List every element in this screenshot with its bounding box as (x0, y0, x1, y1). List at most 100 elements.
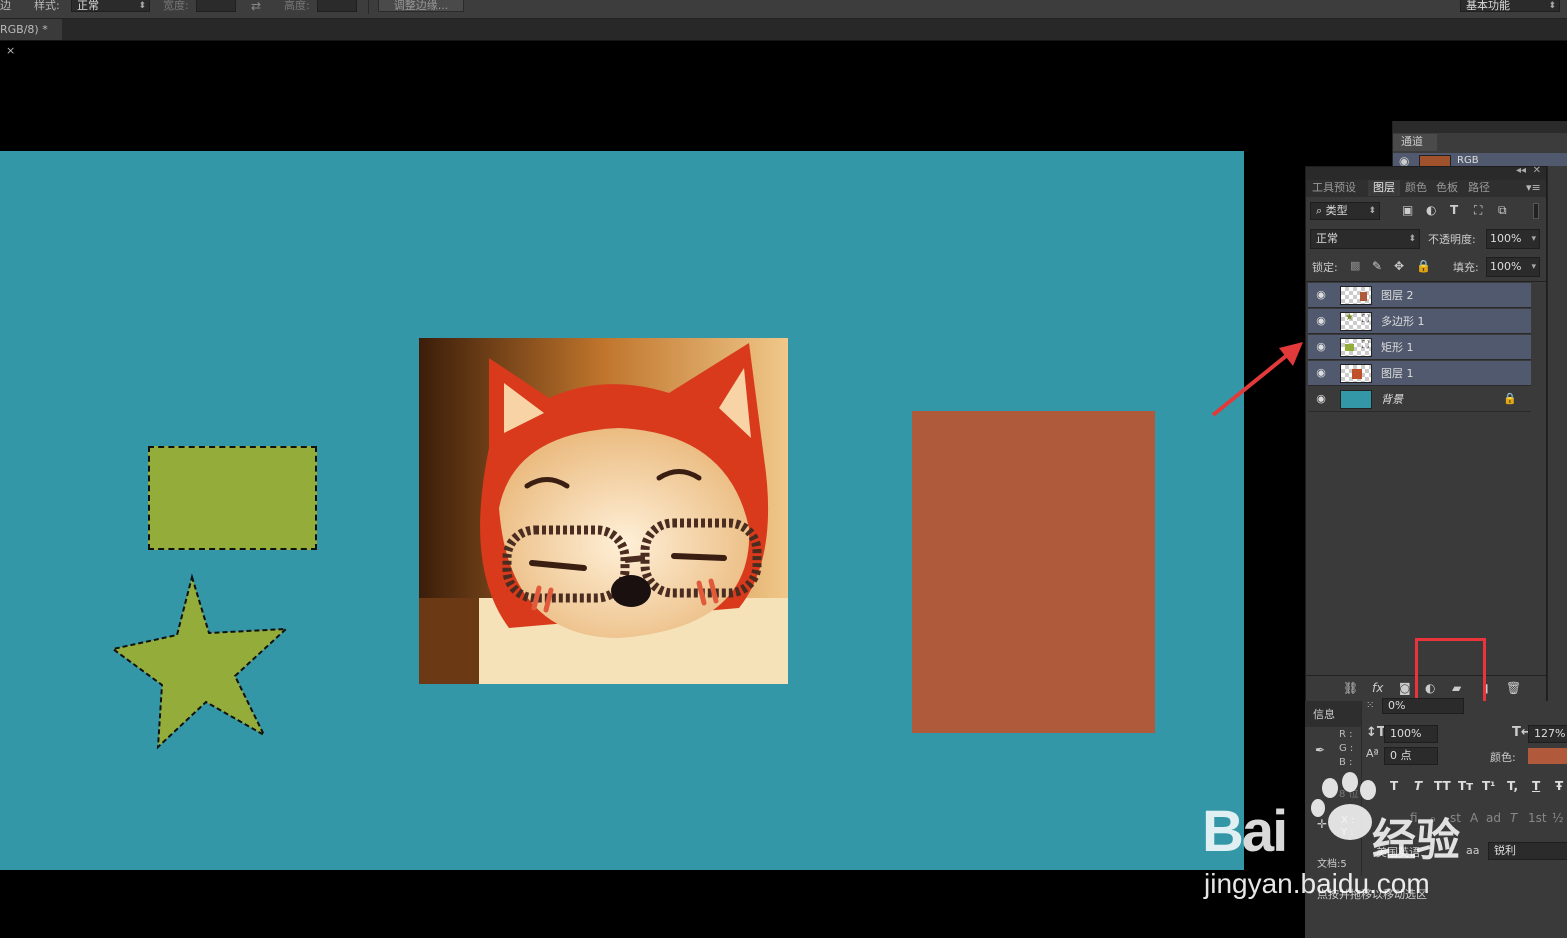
lock-position-icon[interactable]: ✥ (1394, 258, 1404, 274)
document-tab[interactable]: RGB/8) * × (0, 19, 62, 57)
width-label: 宽度: (163, 0, 189, 12)
blend-mode-select[interactable]: 正常 ⬍ (1310, 229, 1420, 249)
underline-button[interactable]: T (1532, 779, 1540, 793)
height-input[interactable] (317, 0, 357, 12)
info-g-label: G : (1339, 743, 1354, 754)
visibility-eye-icon[interactable]: ◉ (1314, 367, 1328, 379)
opacity-input[interactable]: 100% ▾ (1486, 229, 1540, 249)
eyedropper-icon: ✒ (1315, 743, 1326, 757)
chevron-down-icon[interactable]: ▾ (1531, 258, 1536, 276)
tab-layers[interactable]: 图层 (1368, 180, 1400, 196)
thumb-content (1360, 292, 1367, 301)
baseline-input[interactable]: 0 点 (1384, 747, 1438, 765)
thumb-content (1345, 344, 1354, 351)
horizontal-scale-input[interactable]: 127% (1528, 725, 1567, 743)
shelf-shadow (419, 598, 479, 684)
opacity-label: 不透明度: (1428, 233, 1476, 246)
document-tab-title: RGB/8) * (0, 23, 48, 36)
divider (368, 0, 369, 14)
tracking-value: 0% (1388, 699, 1406, 712)
width-input[interactable] (196, 0, 236, 12)
layer-name: 矩形 1 (1381, 341, 1414, 354)
refine-edge-button[interactable]: 调整边缘... (378, 0, 464, 12)
paw-toe-2 (1342, 772, 1358, 792)
layer-row-rectangle-1[interactable]: ◉ ⛶ 矩形 1 (1308, 335, 1531, 360)
mask-icon[interactable]: ◙ (1399, 680, 1411, 696)
options-bar: 边 样式: 正常 宽度: ⇄ 高度: 调整边缘... 基本功能 (0, 0, 1567, 19)
fox-plush-photo[interactable] (419, 338, 788, 684)
tab-paths[interactable]: 路径 (1468, 180, 1490, 196)
baseline-value: 0 点 (1390, 749, 1412, 762)
filter-adjustment-icon[interactable]: ◐ (1426, 202, 1436, 218)
tab-swatches[interactable]: 色板 (1436, 180, 1458, 196)
fill-input[interactable]: 100% ▾ (1486, 257, 1540, 277)
filter-type-select[interactable]: ⌕ 类型 ⬍ (1310, 202, 1380, 220)
glasses-bridge (624, 555, 646, 563)
filter-smart-object-icon[interactable]: ⧉ (1498, 202, 1507, 218)
document-tab-bar: RGB/8) * × (0, 19, 1567, 57)
annotation-arrow-layers (1211, 342, 1303, 417)
paw-toe-1 (1322, 778, 1338, 798)
close-icon[interactable]: × (6, 44, 15, 57)
tab-info[interactable]: 信息 (1313, 707, 1335, 723)
channel-label: RGB (1457, 155, 1479, 166)
filter-toggle-switch[interactable] (1533, 203, 1539, 219)
baidu-jingyan-watermark: Bai 经验 jingyan.baidu.com (1200, 770, 1520, 910)
vector-mask-icon: ⛶ (1362, 340, 1369, 351)
chevron-updown-icon: ⬍ (1408, 234, 1416, 244)
green-rectangle-selection[interactable] (148, 446, 317, 550)
layer-row-polygon-1[interactable]: ◉ ★ ⛶ 多边形 1 (1308, 309, 1531, 334)
visibility-eye-icon[interactable]: ◉ (1314, 393, 1328, 405)
document-canvas[interactable] (0, 151, 1244, 870)
layer-name: 图层 1 (1381, 367, 1414, 380)
filter-type-value: 类型 (1325, 204, 1348, 217)
panel-menu-icon[interactable]: ▾≡ (1526, 180, 1541, 196)
layer-row-layer-1[interactable]: ◉ 图层 1 (1308, 361, 1531, 386)
paw-pad (1328, 804, 1372, 840)
divider (1306, 281, 1546, 282)
visibility-eye-icon[interactable]: ◉ (1314, 341, 1328, 353)
workspace-select[interactable]: 基本功能 (1460, 0, 1560, 13)
tab-channels[interactable]: 通道 (1393, 134, 1437, 151)
vertical-scale-input[interactable]: 100% (1384, 725, 1438, 743)
swap-icon[interactable]: ⇄ (251, 0, 261, 12)
filter-type-icon[interactable]: T (1450, 202, 1458, 218)
filter-shape-icon[interactable]: ⛶ (1474, 202, 1482, 218)
trash-icon[interactable]: 🗑 (1506, 680, 1521, 696)
chevron-down-icon[interactable]: ▾ (1531, 230, 1536, 248)
visibility-eye-icon[interactable]: ◉ (1314, 289, 1328, 301)
lock-label: 锁定: (1312, 261, 1338, 274)
tab-tool-presets[interactable]: 工具预设 (1312, 180, 1356, 196)
text-color-swatch[interactable] (1528, 748, 1567, 764)
lock-transparent-icon[interactable]: ▩ (1350, 258, 1360, 274)
link-icon[interactable]: ⛓ (1343, 680, 1358, 696)
fractions-button[interactable]: ½ (1552, 811, 1564, 825)
fx-icon[interactable]: fx (1372, 680, 1383, 696)
layer-row-layer-2[interactable]: ◉ 图层 2 (1308, 283, 1531, 308)
style-select[interactable]: 正常 (71, 0, 150, 13)
green-star-shape[interactable] (108, 571, 294, 751)
fill-value: 100% (1490, 260, 1522, 273)
close-icon[interactable]: ✕ (1533, 165, 1541, 176)
visibility-eye-icon[interactable]: ◉ (1314, 315, 1328, 327)
tracking-input[interactable]: 0% (1382, 698, 1464, 714)
paw-toe-4 (1311, 799, 1325, 817)
arrow-head (1279, 342, 1303, 366)
brown-rectangle[interactable] (912, 411, 1155, 733)
collapse-icon[interactable]: ◂◂ (1516, 165, 1526, 176)
lock-icon: 🔒 (1503, 392, 1517, 405)
lock-all-icon[interactable]: 🔒 (1416, 258, 1431, 274)
filter-pixel-icon[interactable]: ▣ (1402, 202, 1413, 218)
tab-color[interactable]: 颜色 (1405, 180, 1427, 196)
layer-row-background[interactable]: ◉ 背景 🔒 (1308, 387, 1531, 412)
baseline-icon: Aª (1366, 747, 1379, 760)
strikethrough-button[interactable]: Ŧ (1555, 779, 1563, 793)
style-label: 样式: (34, 0, 60, 12)
ordinals-button[interactable]: 1st (1528, 811, 1547, 825)
fill-label: 填充: (1453, 261, 1479, 274)
layer-thumbnail (1340, 390, 1372, 409)
layer-thumbnail: ★ ⛶ (1340, 312, 1372, 331)
lock-paint-icon[interactable]: ✎ (1372, 258, 1382, 274)
fox-nose (611, 575, 651, 607)
options-fragment: 边 (0, 0, 11, 12)
